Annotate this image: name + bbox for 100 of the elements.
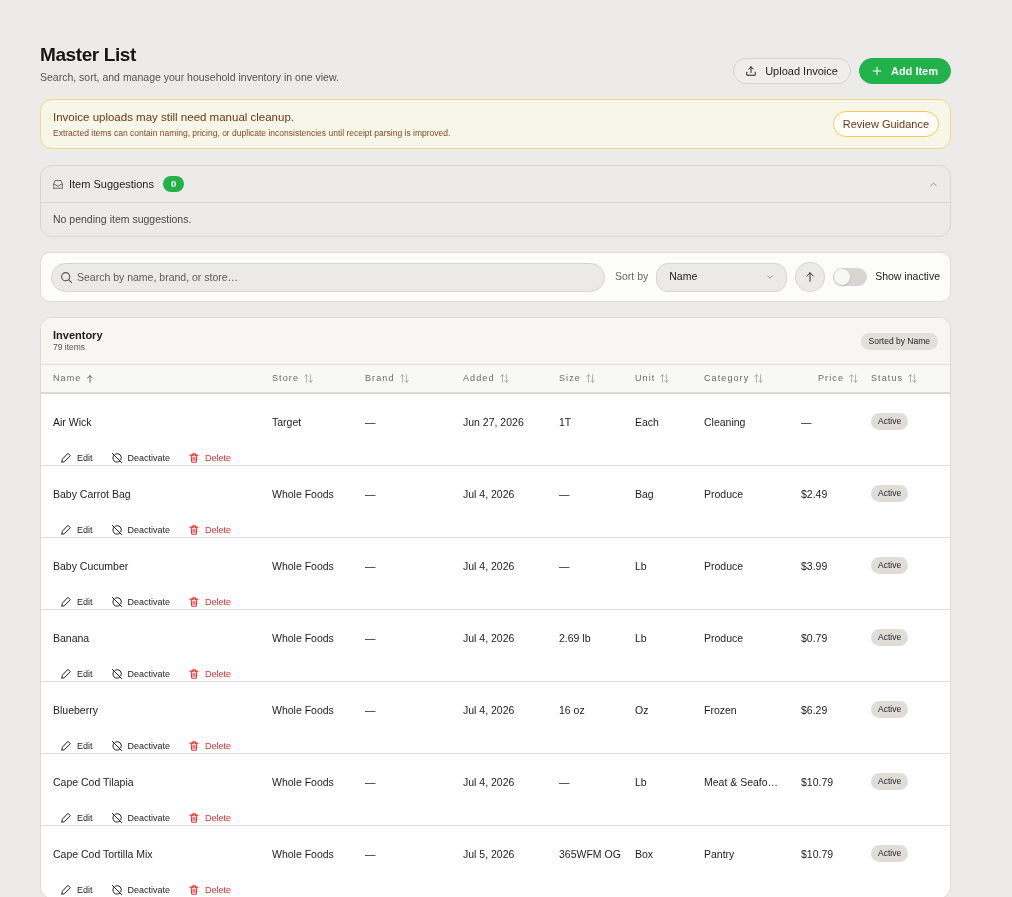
table-cell-text: Jul 5, 2026 (463, 846, 515, 862)
table-cell-text: Oz (635, 702, 649, 718)
table-cell-text: Target (272, 414, 302, 430)
column-header[interactable]: Price (818, 371, 858, 386)
upload-icon (746, 66, 757, 76)
table-cell-text: Whole Foods (272, 846, 334, 862)
status-badge: Active (871, 413, 909, 430)
column-header[interactable]: Size (559, 371, 595, 386)
page-title: Master List (40, 43, 137, 67)
item-name: Baby Cucumber (53, 558, 129, 574)
review-guidance-button[interactable]: Review Guidance (832, 111, 939, 137)
table-cell-text: $0.79 (801, 630, 829, 646)
table-cell-text: — (365, 846, 376, 862)
table-cell-text: 16 oz (559, 702, 585, 718)
item-name: Banana (53, 630, 90, 646)
deactivate-button[interactable]: Deactivate (103, 664, 179, 684)
table-cell-text: — (559, 486, 570, 502)
chevron-up-icon[interactable] (929, 179, 938, 189)
table-cell-text: — (365, 630, 376, 646)
upload-invoice-button[interactable]: Upload Invoice (733, 58, 851, 84)
column-header[interactable]: Unit (635, 371, 670, 386)
empty-message: No pending item suggestions. (53, 211, 192, 227)
trash-icon (189, 597, 200, 607)
delete-button[interactable]: Delete (181, 592, 240, 612)
item-name: Baby Carrot Bag (53, 486, 131, 502)
table-cell-text: — (365, 774, 376, 790)
deactivate-button[interactable]: Deactivate (103, 808, 179, 828)
table-cell-text: Jul 4, 2026 (463, 774, 515, 790)
table-cell-text: Lb (635, 630, 647, 646)
deactivate-button[interactable]: Deactivate (103, 736, 179, 756)
item-name: Cape Cod Tilapia (53, 774, 134, 790)
delete-button[interactable]: Delete (181, 808, 240, 828)
table-cell-text: Bag (635, 486, 654, 502)
table-cell-text: — (801, 414, 813, 430)
table-cell-text: Whole Foods (272, 774, 334, 790)
edit-button[interactable]: Edit (53, 808, 101, 828)
sort-select[interactable]: Name (656, 262, 788, 292)
table-cell-text: — (365, 486, 376, 502)
column-header[interactable]: Store (272, 371, 313, 386)
edit-button[interactable]: Edit (53, 664, 101, 684)
pencil-icon (61, 741, 71, 751)
toggle-switch[interactable] (833, 268, 868, 286)
suggestion-count: 0 (163, 176, 185, 192)
table-cell-text: Frozen (704, 702, 737, 718)
delete-button[interactable]: Delete (181, 880, 240, 897)
sort-badge: Sorted by Name (860, 332, 938, 350)
column-header[interactable]: Name (53, 371, 95, 386)
table-cell-text: — (365, 702, 376, 718)
table-cell-text: Produce (704, 558, 744, 574)
item-count: 79 items (53, 342, 87, 353)
delete-button[interactable]: Delete (181, 520, 240, 540)
status-badge: Active (871, 773, 909, 790)
search-field[interactable]: Search by name, brand, or store… (51, 262, 605, 292)
status-badge: Active (871, 701, 909, 718)
column-header[interactable]: Status (871, 371, 918, 386)
table-cell-text: Cleaning (704, 414, 746, 430)
sort-label: Sort by (615, 269, 649, 285)
edit-button[interactable]: Edit (53, 448, 101, 468)
table-cell-text: Box (635, 846, 654, 862)
delete-button[interactable]: Delete (181, 664, 240, 684)
deactivate-button[interactable]: Deactivate (103, 448, 179, 468)
table-cell-text: Produce (704, 486, 744, 502)
pencil-icon (61, 813, 71, 823)
trash-icon (189, 669, 200, 679)
trash-icon (189, 813, 200, 823)
status-badge: Active (871, 629, 909, 646)
table-cell-text: Whole Foods (272, 486, 334, 502)
edit-button[interactable]: Edit (53, 736, 101, 756)
table-cell-text: Jun 27, 2026 (463, 414, 524, 430)
delete-button[interactable]: Delete (181, 448, 240, 468)
column-header[interactable]: Category (704, 371, 764, 386)
table-cell-text: — (559, 774, 570, 790)
table-cell-text: Jul 4, 2026 (463, 702, 515, 718)
deactivate-button[interactable]: Deactivate (103, 520, 179, 540)
edit-button[interactable]: Edit (53, 880, 101, 897)
table-cell-text: $10.79 (801, 846, 835, 862)
table-cell-text: $2.49 (801, 486, 829, 502)
deactivate-button[interactable]: Deactivate (103, 592, 179, 612)
toggle-label: Show inactive (875, 269, 940, 285)
sort-direction-button[interactable] (795, 262, 826, 292)
table-cell-text: — (365, 558, 376, 574)
pencil-icon (61, 669, 71, 679)
edit-button[interactable]: Edit (53, 592, 101, 612)
table-cell-text: Meat & Seafo… (704, 774, 779, 790)
slashed-circle-icon (111, 813, 122, 823)
table-cell-text: Jul 4, 2026 (463, 486, 515, 502)
edit-button[interactable]: Edit (53, 520, 101, 540)
table-cell-text: $6.29 (801, 702, 829, 718)
warning-title: Invoice uploads may still need manual cleanup. (53, 109, 295, 125)
plus-icon (871, 66, 882, 76)
column-header[interactable]: Added (463, 371, 509, 386)
column-header[interactable]: Brand (365, 371, 409, 386)
item-name: Cape Cod Tortilla Mix (53, 846, 153, 862)
table-cell-text: $10.79 (801, 774, 835, 790)
deactivate-button[interactable]: Deactivate (103, 880, 179, 897)
table-cell-text: — (559, 558, 570, 574)
delete-button[interactable]: Delete (181, 736, 240, 756)
slashed-circle-icon (111, 885, 122, 895)
pencil-icon (61, 597, 71, 607)
trash-icon (189, 741, 200, 751)
